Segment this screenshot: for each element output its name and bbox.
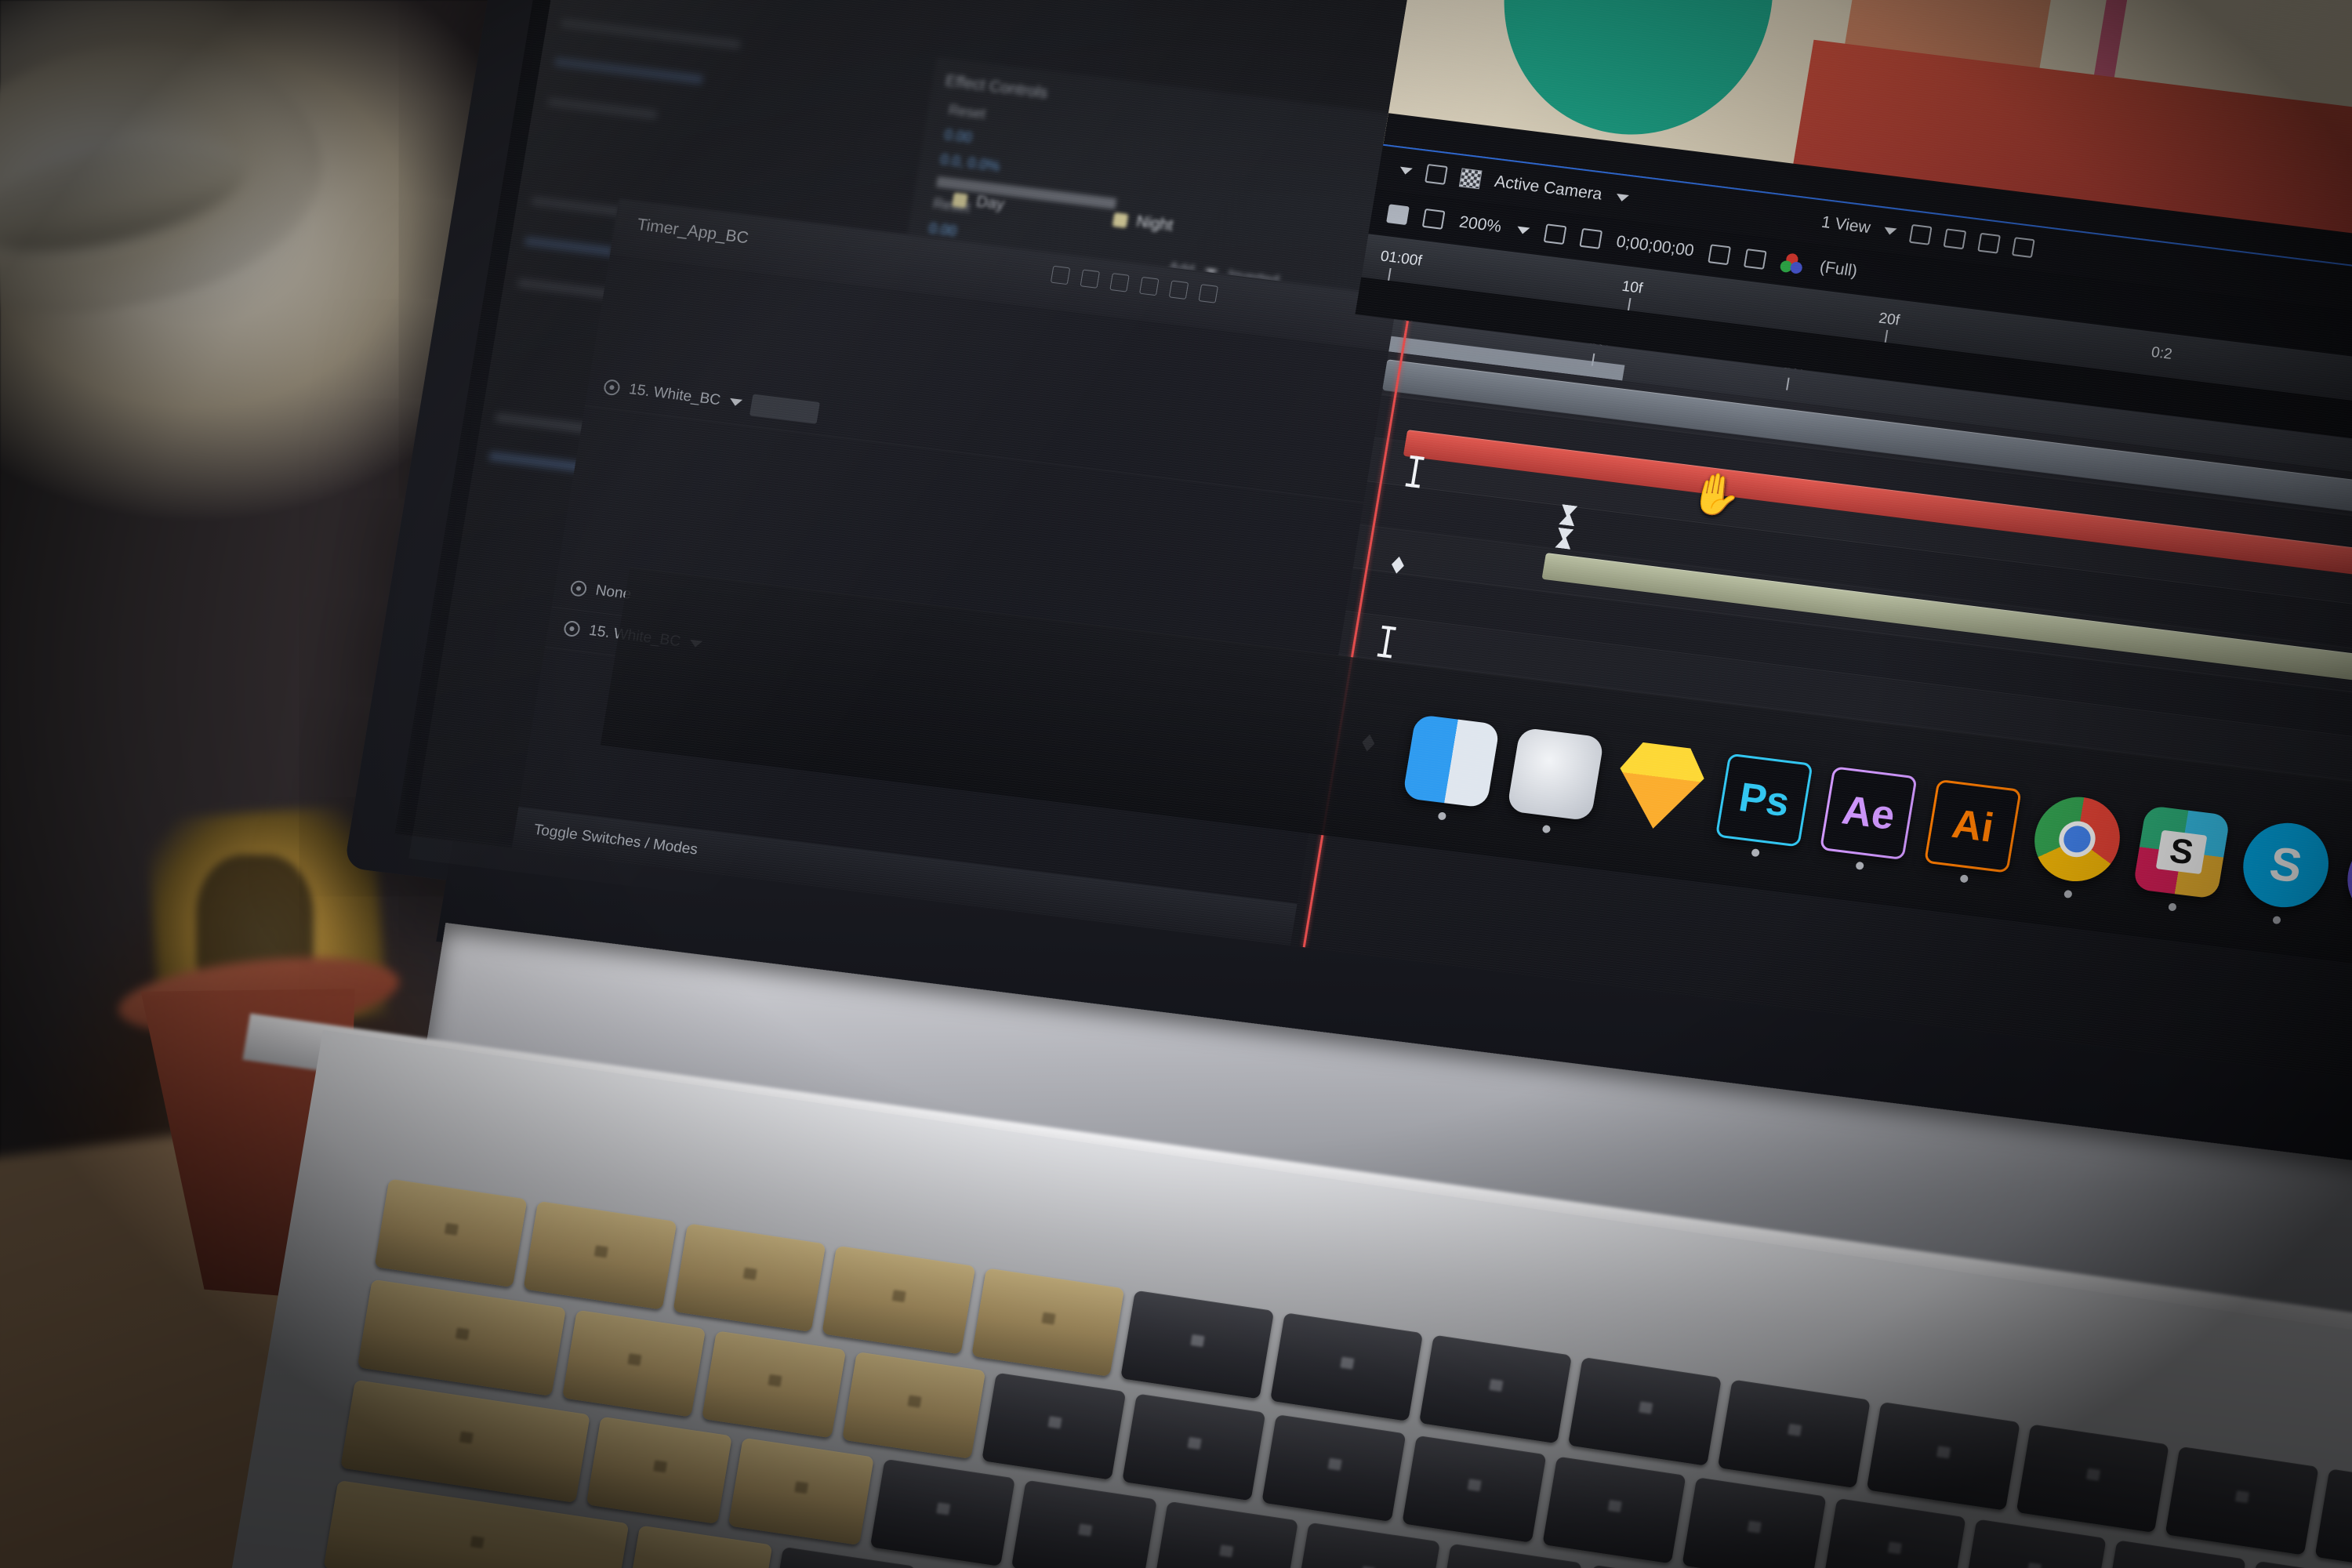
illustrator-icon[interactable]: Ai <box>1924 779 2022 883</box>
ruler-tick-label: 01:00f <box>1379 248 1424 270</box>
chevron-down-icon[interactable] <box>729 397 743 407</box>
slack-icon[interactable]: S <box>2132 804 2231 912</box>
hand-tool-cursor: ✋ <box>1687 469 1746 521</box>
3d-view-icon[interactable] <box>2012 237 2036 259</box>
fx-value[interactable]: 0.00 <box>927 220 957 240</box>
show-snapshot-icon[interactable] <box>1743 249 1767 270</box>
photoshop-label: Ps <box>1735 774 1793 826</box>
layer-visibility-icon[interactable] <box>563 619 582 637</box>
resolution-label[interactable]: (Full) <box>1818 258 1858 281</box>
guides-icon[interactable] <box>1977 232 2002 254</box>
grid-guides-icon[interactable] <box>1543 223 1567 245</box>
fit-to-screen-icon[interactable] <box>1386 204 1410 226</box>
fx-value[interactable]: 0.00 <box>943 127 973 147</box>
chevron-down-icon[interactable] <box>1515 226 1530 234</box>
parent-dropdown[interactable] <box>750 394 821 424</box>
finder-icon[interactable] <box>1402 713 1501 820</box>
layer-visibility-icon[interactable] <box>569 579 588 597</box>
ruler-tick-label: 20f <box>1877 310 1901 329</box>
comp-color-swatch <box>1112 212 1129 228</box>
channel-rgb-icon[interactable] <box>1779 252 1806 275</box>
link-icon[interactable] <box>1080 269 1101 289</box>
transparency-grid-icon[interactable] <box>1458 168 1483 190</box>
after-effects-icon[interactable]: Ae <box>1819 765 1918 870</box>
tab-day-label: Day <box>975 193 1006 214</box>
current-timecode[interactable]: 0;00;00;00 <box>1615 233 1695 261</box>
fx-label: Reset <box>947 102 987 122</box>
shy-layers-icon[interactable] <box>1198 284 1218 303</box>
search-icon[interactable] <box>1050 265 1071 285</box>
ruler-tick-label: 10f <box>1621 278 1644 297</box>
zoom-level-label[interactable]: 200% <box>1457 213 1503 237</box>
view-count-label[interactable]: 1 View <box>1820 213 1872 238</box>
illustrator-label: Ai <box>1948 800 1998 851</box>
motion-blur-icon[interactable] <box>1139 276 1160 296</box>
fx-value[interactable]: 0.0, 0.0% <box>939 151 1001 175</box>
table-row[interactable]: 15. White_BC <box>585 362 1371 503</box>
sketch-icon[interactable] <box>1611 740 1709 834</box>
chevron-down-icon[interactable] <box>1615 193 1629 202</box>
skype-icon[interactable]: S <box>2237 818 2336 924</box>
layer-name[interactable]: 15. White_BC <box>628 381 722 409</box>
active-camera-label[interactable]: Active Camera <box>1494 172 1604 205</box>
region-of-interest-icon[interactable] <box>1425 163 1448 185</box>
magnification-icon[interactable] <box>1421 208 1446 230</box>
launchpad-icon[interactable] <box>1506 727 1605 833</box>
mask-path-icon[interactable] <box>1579 227 1602 249</box>
toggle-switches-modes-label[interactable]: Toggle Switches / Modes <box>532 822 699 859</box>
ruler-tick-label: 0:2 <box>2150 343 2174 363</box>
new-comp-icon[interactable] <box>1943 228 1967 250</box>
chevron-down-icon[interactable] <box>1399 166 1413 175</box>
graph-editor-icon[interactable] <box>1109 273 1130 292</box>
trash-icon[interactable] <box>1909 223 1933 245</box>
chevron-down-icon[interactable] <box>1883 227 1898 235</box>
layer-visibility-icon[interactable] <box>602 378 622 396</box>
frame-blend-icon[interactable] <box>1168 280 1189 299</box>
photograph-scene: Effect Controls Reset 0.00 0.0, 0.0% Res… <box>0 0 2352 1568</box>
viber-icon[interactable]: ☎ <box>2341 830 2352 925</box>
camera-snapshot-icon[interactable] <box>1708 244 1731 266</box>
after-effects-label: Ae <box>1838 786 1899 839</box>
comp-color-swatch <box>952 191 968 208</box>
chrome-icon[interactable] <box>2028 791 2126 898</box>
photoshop-icon[interactable]: Ps <box>1715 753 1813 857</box>
